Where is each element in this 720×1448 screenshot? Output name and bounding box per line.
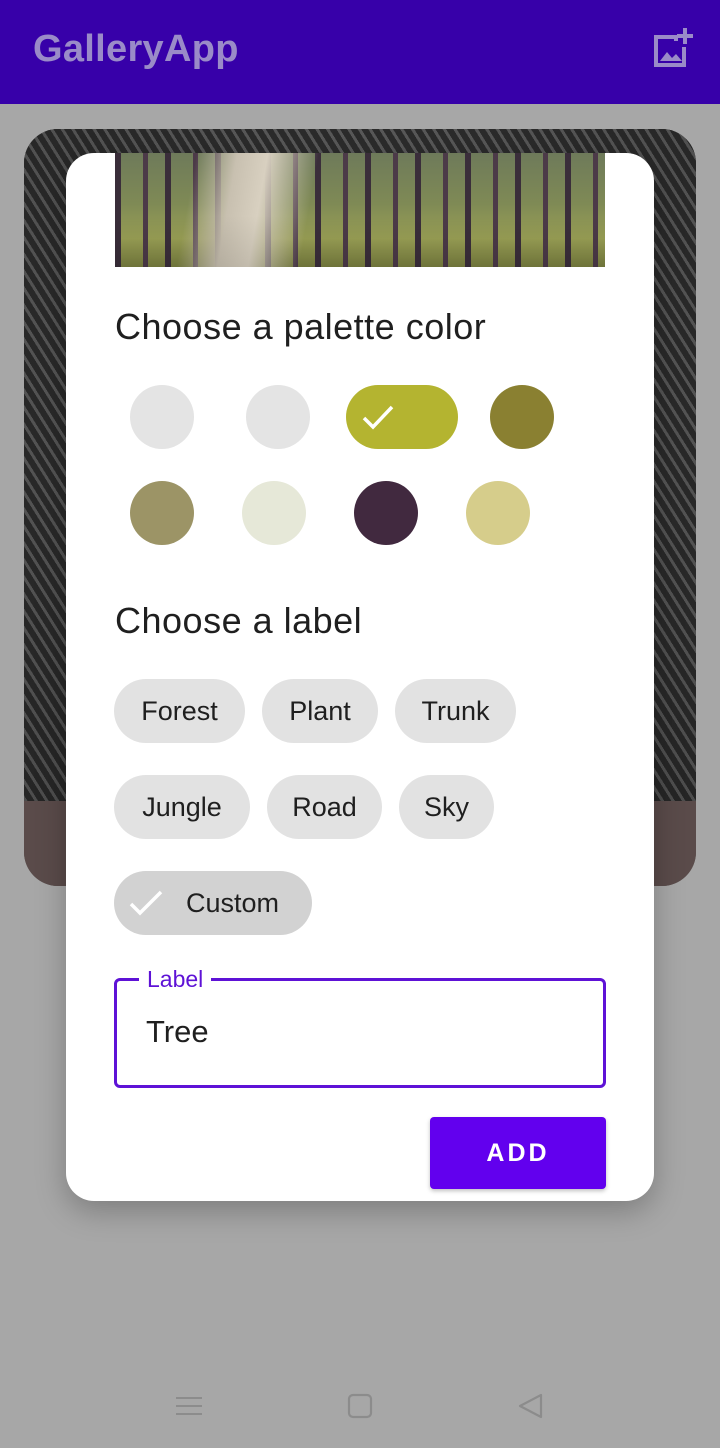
palette-swatch[interactable] [490, 385, 554, 449]
palette-swatch-selected[interactable] [346, 385, 458, 449]
app-title: GalleryApp [33, 28, 239, 70]
chip-plant[interactable]: Plant [262, 679, 378, 743]
chip-forest[interactable]: Forest [114, 679, 245, 743]
palette-swatch[interactable] [130, 385, 194, 449]
chip-custom-selected[interactable]: Custom [114, 871, 312, 935]
label-text-field[interactable]: Label [114, 965, 606, 1088]
back-triangle-icon[interactable] [516, 1391, 546, 1421]
add-label-dialog: Choose a palette color Choose a label Fo… [66, 153, 654, 1201]
palette-swatch[interactable] [242, 481, 306, 545]
label-title: Choose a label [115, 600, 363, 641]
system-nav-bar [0, 1360, 720, 1448]
chip-jungle[interactable]: Jungle [114, 775, 250, 839]
home-square-icon[interactable] [346, 1392, 374, 1420]
add-button[interactable]: ADD [430, 1117, 606, 1189]
chip-road[interactable]: Road [267, 775, 382, 839]
chip-trunk[interactable]: Trunk [395, 679, 516, 743]
palette-swatch[interactable] [354, 481, 418, 545]
chip-custom-label: Custom [186, 888, 280, 918]
check-icon [129, 890, 163, 916]
app-bar: GalleryApp [0, 0, 720, 104]
check-icon [362, 405, 394, 430]
palette-swatch[interactable] [130, 481, 194, 545]
palette-swatch[interactable] [466, 481, 530, 545]
menu-icon[interactable] [175, 1394, 203, 1418]
palette-title: Choose a palette color [115, 306, 487, 347]
add-photo-icon[interactable] [650, 27, 694, 71]
dialog-forest-image [115, 153, 605, 267]
label-input[interactable] [146, 1014, 576, 1050]
field-label: Label [139, 965, 212, 993]
chip-sky[interactable]: Sky [399, 775, 494, 839]
palette-swatch[interactable] [246, 385, 310, 449]
